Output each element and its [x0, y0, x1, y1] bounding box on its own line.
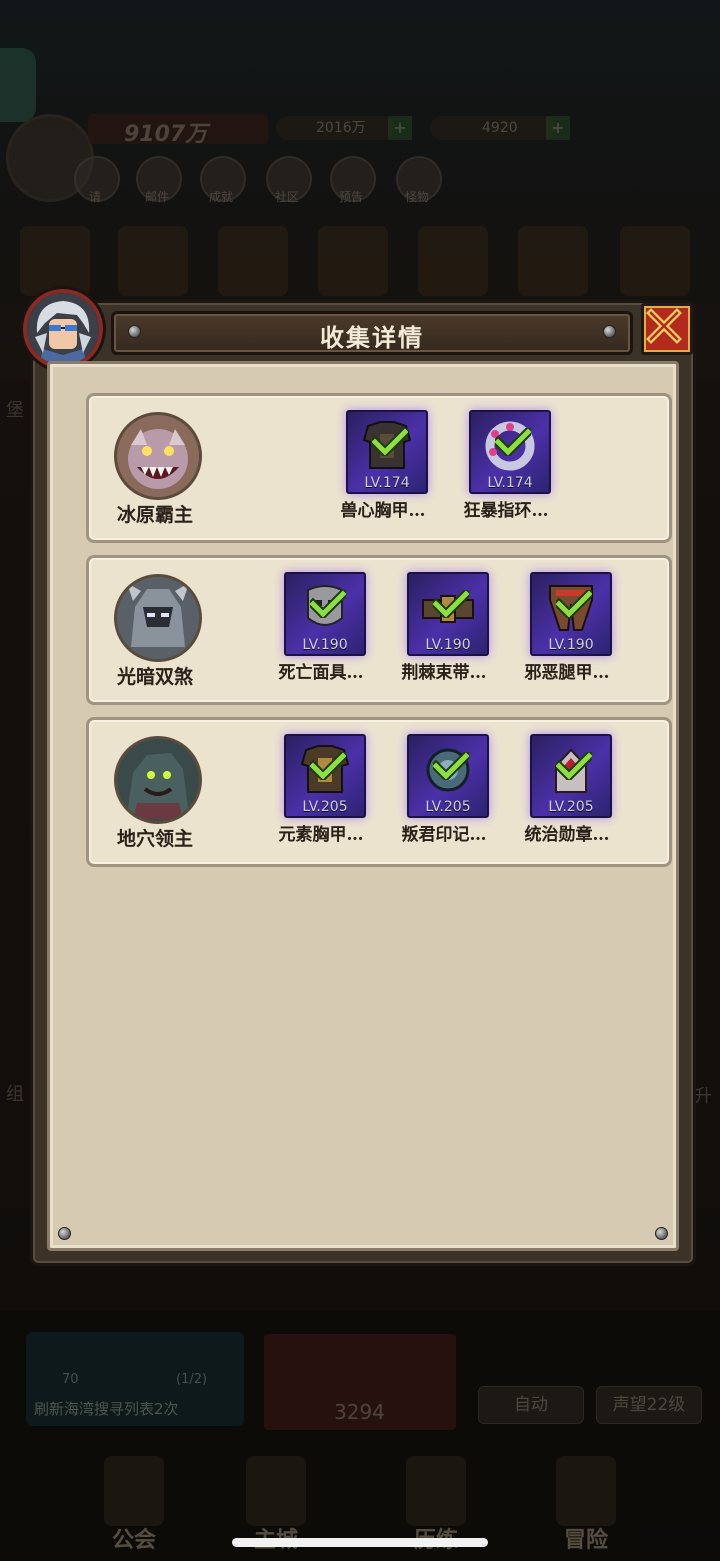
- item-name: 邪恶腿甲…: [524, 663, 610, 683]
- item-slot[interactable]: LV.174 兽心胸甲…: [335, 410, 431, 530]
- item-level: LV.205: [548, 799, 594, 815]
- item-frame: LV.205: [284, 734, 366, 818]
- item-name: 兽心胸甲…: [340, 501, 426, 521]
- check-icon: [310, 752, 346, 780]
- home-indicator[interactable]: [232, 1538, 488, 1547]
- dialog-title: 收集详情: [320, 323, 424, 352]
- item-frame: LV.174: [469, 410, 551, 494]
- rivet: [58, 1227, 71, 1240]
- rivet: [603, 325, 616, 338]
- ice-boss-portrait: [114, 412, 202, 500]
- boss-row-1: 冰原霸主 LV.174 兽心胸甲… LV.174 狂暴指环…: [86, 393, 672, 543]
- item-name: 死亡面具…: [278, 663, 364, 683]
- close-button[interactable]: [641, 303, 693, 355]
- item-frame: LV.205: [530, 734, 612, 818]
- rivet: [655, 1227, 668, 1240]
- item-frame: LV.190: [407, 572, 489, 656]
- item-slot[interactable]: LV.190 死亡面具…: [273, 572, 369, 692]
- hero-avatar: [23, 289, 103, 369]
- dialog-title-bar: 收集详情: [111, 311, 633, 355]
- collection-list: 冰原霸主 LV.174 兽心胸甲… LV.174 狂暴指环… 光暗双煞 LV.1…: [47, 361, 679, 1251]
- check-icon: [556, 590, 592, 618]
- boss-row-3: 地穴领主 LV.205 元素胸甲… LV.205 叛君印记… LV.205 统治…: [86, 717, 672, 867]
- dark-light-boss-portrait: [114, 574, 202, 662]
- close-icon: [646, 308, 682, 344]
- item-name: 元素胸甲…: [278, 825, 364, 845]
- item-slot[interactable]: LV.190 荆棘束带…: [396, 572, 492, 692]
- item-frame: LV.174: [346, 410, 428, 494]
- check-icon: [372, 428, 408, 456]
- item-frame: LV.205: [407, 734, 489, 818]
- item-level: LV.174: [487, 475, 533, 491]
- collection-detail-dialog: 收集详情 冰原霸主 LV.174 兽心胸甲… LV.174 狂暴指环… 光暗双煞…: [23, 289, 696, 1266]
- crypt-boss-portrait: [114, 736, 202, 824]
- check-icon: [310, 590, 346, 618]
- item-level: LV.190: [548, 637, 594, 653]
- item-level: LV.205: [425, 799, 471, 815]
- boss-name: 光暗双煞: [116, 666, 193, 688]
- boss-row-2: 光暗双煞 LV.190 死亡面具… LV.190 荆棘束带… LV.190 邪恶…: [86, 555, 672, 705]
- item-name: 狂暴指环…: [463, 501, 549, 521]
- item-level: LV.205: [302, 799, 348, 815]
- boss-name: 地穴领主: [116, 828, 193, 850]
- boss-name: 冰原霸主: [116, 504, 193, 526]
- item-level: LV.190: [425, 637, 471, 653]
- item-frame: LV.190: [284, 572, 366, 656]
- item-level: LV.190: [302, 637, 348, 653]
- item-level: LV.174: [364, 475, 410, 491]
- item-slot[interactable]: LV.174 狂暴指环…: [458, 410, 554, 530]
- item-frame: LV.190: [530, 572, 612, 656]
- item-slot[interactable]: LV.205 叛君印记…: [396, 734, 492, 854]
- check-icon: [495, 428, 531, 456]
- item-slot[interactable]: LV.190 邪恶腿甲…: [519, 572, 615, 692]
- item-slot[interactable]: LV.205 元素胸甲…: [273, 734, 369, 854]
- check-icon: [433, 752, 469, 780]
- check-icon: [433, 590, 469, 618]
- check-icon: [556, 752, 592, 780]
- item-name: 叛君印记…: [401, 825, 487, 845]
- item-name: 荆棘束带…: [401, 663, 487, 683]
- item-name: 统治勋章…: [524, 825, 610, 845]
- item-slot[interactable]: LV.205 统治勋章…: [519, 734, 615, 854]
